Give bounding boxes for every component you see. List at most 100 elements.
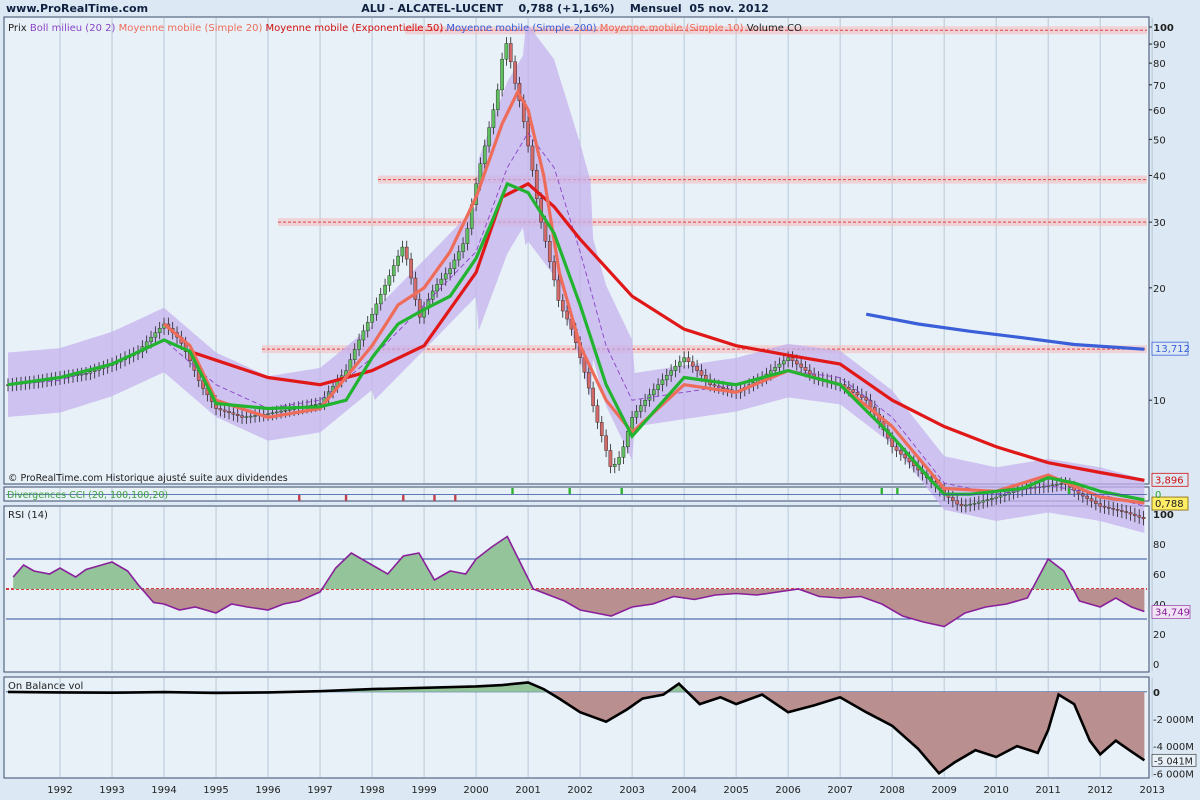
x-tick-label: 1997 — [307, 785, 332, 796]
candle-body — [643, 399, 647, 406]
candle-body — [365, 322, 370, 332]
candle-body — [222, 409, 227, 412]
rsi-y-tick-label: 20 — [1153, 630, 1166, 641]
candle-body — [318, 403, 322, 405]
candle-body — [686, 357, 691, 363]
candle-body — [977, 501, 981, 504]
candle-body — [608, 450, 613, 467]
legend-entry: Moyenne mobile (Simple 20) — [115, 23, 262, 34]
divergence-up-mark — [511, 488, 514, 494]
candle-body — [491, 109, 496, 128]
candle-body — [808, 370, 812, 375]
candle-body — [235, 414, 240, 416]
x-tick-label: 1992 — [47, 785, 72, 796]
divergence-down-mark — [298, 495, 301, 501]
candle-body — [439, 278, 444, 285]
candle-body — [1102, 505, 1107, 508]
candle-body — [1055, 483, 1059, 486]
candle-body — [274, 411, 279, 414]
candle-body — [400, 246, 405, 257]
obv-last-label: -5 041M — [1154, 756, 1193, 767]
candle-body — [248, 415, 253, 418]
candle-body — [998, 495, 1003, 498]
candle-body — [591, 387, 595, 406]
y-tick-label: 50 — [1153, 135, 1166, 146]
candle-body — [660, 379, 665, 385]
candle-body — [387, 275, 392, 286]
candle-body — [552, 261, 556, 281]
rsi-title: RSI (14) — [8, 510, 48, 521]
rsi-y-tick-label: 0 — [1153, 660, 1159, 671]
candle-body — [721, 387, 725, 389]
candle-body — [1059, 483, 1063, 485]
candle-body — [795, 360, 799, 365]
candle-body — [487, 127, 491, 147]
x-tick-label: 2001 — [515, 785, 540, 796]
legend-entry: Moyenne mobile (Simple 10) — [597, 23, 744, 34]
candle-body — [270, 412, 275, 415]
candle-body — [612, 464, 617, 467]
candle-body — [500, 58, 504, 91]
footnote: © ProRealTime.com Historique ajusté suit… — [8, 473, 288, 484]
candle-body — [617, 457, 621, 465]
candle-body — [803, 367, 808, 371]
x-tick-label: 2003 — [619, 785, 644, 796]
divergence-down-mark — [454, 495, 457, 501]
candle-body — [712, 384, 717, 387]
candle-body — [456, 251, 461, 261]
candle-body — [404, 246, 409, 260]
rsi-y-tick-label: 80 — [1153, 540, 1166, 551]
y-tick-label: 100 — [1153, 23, 1174, 34]
candle-body — [673, 365, 678, 371]
candle-body — [495, 89, 500, 110]
x-tick-label: 1999 — [411, 785, 436, 796]
y-tick-label: 90 — [1153, 40, 1166, 51]
obv-y-tick-label: -2 000M — [1153, 715, 1194, 726]
candle-body — [461, 243, 465, 252]
candle-body — [383, 284, 387, 295]
candle-body — [959, 503, 964, 507]
candle-body — [231, 412, 236, 415]
candle-body — [1124, 511, 1128, 513]
candle-body — [1141, 517, 1146, 520]
candle-body — [417, 299, 422, 318]
candle-body — [951, 497, 955, 501]
candle-body — [634, 411, 639, 418]
candle-body — [985, 499, 990, 502]
candle-body — [443, 273, 448, 280]
candle-body — [465, 228, 470, 244]
candle-body — [1089, 498, 1094, 502]
candle-body — [994, 496, 998, 499]
x-tick-label: 2012 — [1087, 785, 1112, 796]
divergence-down-mark — [344, 495, 348, 501]
obv-title: On Balance vol — [8, 681, 83, 692]
x-tick-label: 1994 — [151, 785, 176, 796]
y-tick-label: 20 — [1153, 284, 1166, 295]
candle-body — [964, 504, 968, 507]
obv-y-tick-label: -4 000M — [1153, 742, 1194, 753]
candle-body — [690, 361, 695, 367]
candle-body — [899, 450, 903, 455]
candle-body — [240, 415, 244, 418]
x-tick-label: 2008 — [879, 785, 904, 796]
rsi-last-label: 34,749 — [1155, 608, 1190, 619]
legend-entry: Volume CO — [744, 23, 803, 34]
obv-y-tick-label: 0 — [1153, 688, 1160, 699]
candle-body — [1137, 515, 1141, 518]
x-tick-label: 2004 — [671, 785, 696, 796]
last-value-label: 3,896 — [1155, 475, 1184, 486]
candle-body — [543, 221, 548, 242]
candle-body — [452, 259, 457, 269]
candle-body — [625, 431, 630, 448]
candle-body — [218, 408, 223, 411]
candle-body — [157, 328, 162, 333]
candle-body — [1094, 500, 1098, 504]
obv-y-tick-label: -6 000M — [1153, 769, 1194, 780]
candle-body — [287, 409, 292, 411]
candle-body — [279, 410, 283, 413]
candle-body — [1120, 510, 1124, 512]
candle-body — [560, 300, 565, 312]
divergence-down-mark — [402, 495, 405, 501]
divergence-up-mark — [568, 488, 571, 494]
candle-body — [695, 365, 699, 371]
